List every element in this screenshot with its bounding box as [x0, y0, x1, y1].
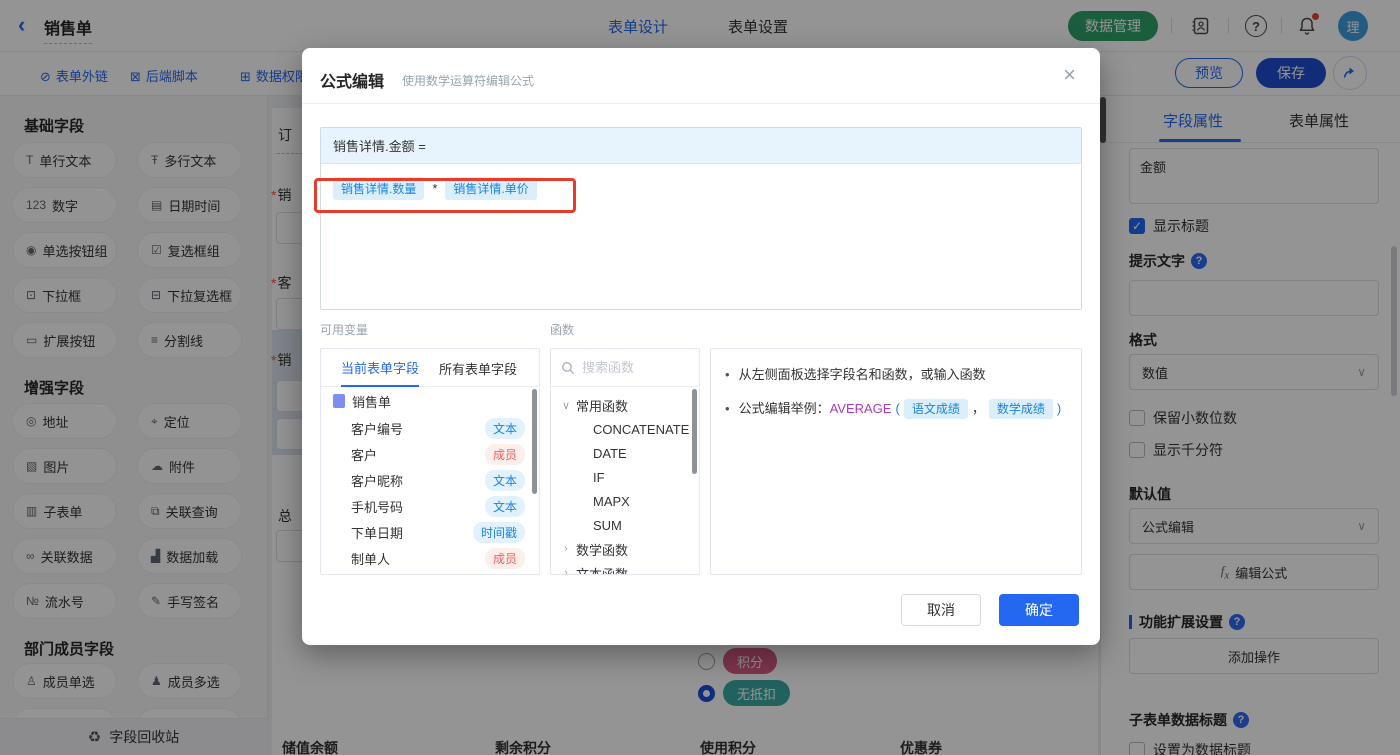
bullet-icon: •	[725, 367, 730, 382]
functions-scrollbar[interactable]	[692, 389, 697, 474]
app-root: ‹ 销售单 表单设计 表单设置 数据管理 ? 理 ⊘ 表单外链 ⊠ 后端脚本 ⊞ 数据…	[0, 0, 1400, 755]
functions-panel: ∨常用函数 CONCATENATE DATE IF MAPX SUM ›数学函数…	[550, 348, 700, 575]
confirm-button[interactable]: 确定	[999, 594, 1079, 626]
functions-label: 函数	[550, 323, 575, 337]
variable-type-badge: 文本	[484, 417, 525, 439]
close-icon[interactable]: ×	[1063, 62, 1076, 88]
function-search	[551, 349, 699, 387]
help-line-2: • 公式编辑举例：AVERAGE(语文成绩，数学成绩)	[725, 399, 1073, 419]
variable-name: 客户	[351, 447, 378, 463]
variable-type-badge: 时间戳	[472, 521, 525, 543]
function-row[interactable]: MAPX	[551, 489, 699, 513]
formula-target: 销售详情.金额 =	[321, 128, 1081, 164]
formula-editor: 销售详情.金额 = 销售详情.数量 * 销售详情.单价	[320, 127, 1082, 310]
variable-row[interactable]: 手机号码 文本	[321, 493, 539, 519]
tab-all-form-fields[interactable]: 所有表单字段	[439, 349, 517, 386]
help-panel: • 从左侧面板选择字段名和函数，或输入函数 • 公式编辑举例：AVERAGE(语文…	[710, 348, 1082, 575]
function-search-input[interactable]	[582, 360, 682, 375]
tree-chevron-icon: ›	[564, 567, 568, 575]
variable-type-badge: 成员	[484, 547, 525, 569]
variables-label: 可用变量	[320, 323, 369, 337]
variable-name: 制单人	[351, 551, 391, 567]
function-row[interactable]: › 数学函数	[551, 537, 699, 561]
variables-list: 客户编号 文本 客户 成员 客户昵称 文本 手机号码 文本 下单日期 时间戳 制…	[321, 415, 539, 571]
search-icon	[562, 361, 575, 374]
cancel-button[interactable]: 取消	[901, 594, 981, 626]
function-row[interactable]: CONCATENATE	[551, 417, 699, 441]
form-doc-icon	[333, 394, 345, 408]
formula-token[interactable]: 销售详情.数量	[333, 177, 425, 200]
tab-current-form-fields[interactable]: 当前表单字段	[341, 349, 420, 387]
variable-name: 客户昵称	[351, 473, 404, 489]
functions-list: ∨ 常用函数 CONCATENATE DATE IF MAPX SUM › 数学函数…	[551, 387, 699, 575]
variable-name: 下单日期	[351, 525, 404, 541]
divider	[302, 103, 1100, 104]
formula-editor-modal: 公式编辑 使用数学运算符编辑公式 × 销售详情.金额 = 销售详情.数量 * 销售详…	[302, 48, 1100, 645]
variable-name: 手机号码	[351, 499, 404, 515]
variable-row[interactable]: 客户昵称 文本	[321, 467, 539, 493]
example-chip: 语文成绩	[903, 399, 968, 419]
modal-subtitle: 使用数学运算符编辑公式	[402, 74, 535, 88]
help-line-1: • 从左侧面板选择字段名和函数，或输入函数	[725, 365, 1073, 385]
variable-row[interactable]: 下单日期 时间戳	[321, 519, 539, 545]
variable-type-badge: 文本	[484, 469, 525, 491]
tree-root-form[interactable]: 销售单	[321, 387, 539, 415]
bullet-icon: •	[725, 401, 730, 416]
example-chip: 数学成绩	[988, 399, 1053, 419]
function-row[interactable]: › 文本函数	[551, 561, 699, 575]
variables-scrollbar[interactable]	[532, 389, 537, 494]
tree-chevron-icon: ∨	[561, 399, 571, 412]
variables-tabs: 当前表单字段 所有表单字段	[321, 349, 539, 387]
variable-row[interactable]: 客户 成员	[321, 441, 539, 467]
tree-chevron-icon: ›	[564, 543, 568, 555]
function-row[interactable]: IF	[551, 465, 699, 489]
formula-token[interactable]: *	[432, 181, 437, 196]
variables-panel: 当前表单字段 所有表单字段 销售单 客户编号 文本 客户 成员 客户昵称 文本 …	[320, 348, 540, 575]
variable-type-badge: 文本	[484, 495, 525, 517]
function-row[interactable]: SUM	[551, 513, 699, 537]
formula-expression[interactable]: 销售详情.数量 * 销售详情.单价	[321, 164, 1081, 213]
variable-row[interactable]: 客户编号 文本	[321, 415, 539, 441]
function-row[interactable]: DATE	[551, 441, 699, 465]
variable-name: 客户编号	[351, 421, 404, 437]
variable-row[interactable]: 制单人 成员	[321, 545, 539, 571]
function-row[interactable]: ∨ 常用函数	[551, 393, 699, 417]
variable-type-badge: 成员	[484, 443, 525, 465]
modal-title: 公式编辑	[320, 74, 385, 91]
formula-token[interactable]: 销售详情.单价	[445, 177, 537, 200]
example-function-name: AVERAGE	[829, 401, 892, 416]
